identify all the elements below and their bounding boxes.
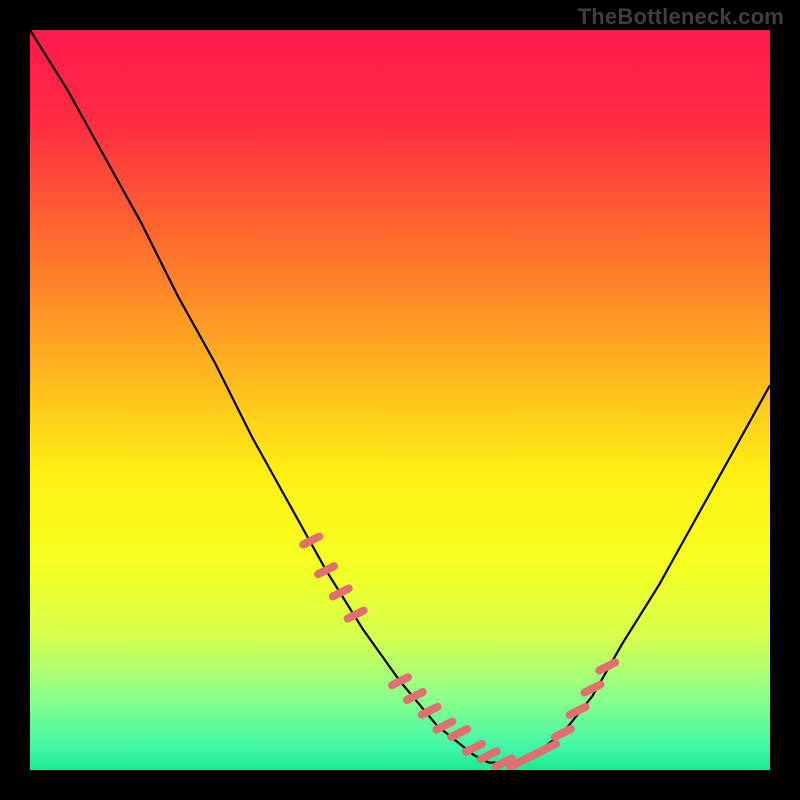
watermark-text: TheBottleneck.com <box>578 4 784 30</box>
plot-background <box>30 30 770 770</box>
chart-frame: TheBottleneck.com <box>0 0 800 800</box>
bottleneck-plot <box>0 0 800 800</box>
